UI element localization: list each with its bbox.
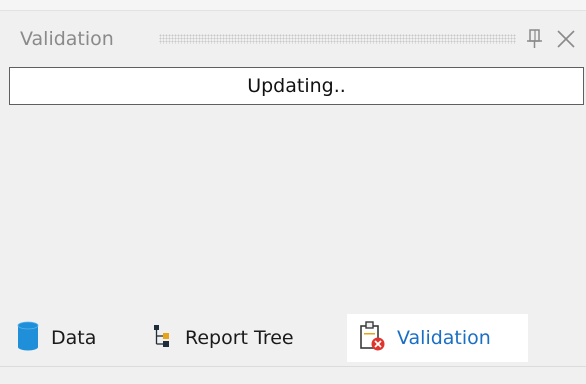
database-icon xyxy=(17,321,39,355)
tab-validation-label: Validation xyxy=(397,327,491,349)
status-box: Updating.. xyxy=(9,67,584,105)
tab-report-tree-label: Report Tree xyxy=(185,327,294,349)
close-icon[interactable] xyxy=(555,28,577,50)
validation-panel: Validation Updating.. Data Report Tree V… xyxy=(0,0,586,384)
drag-grip[interactable] xyxy=(159,34,516,44)
panel-title: Validation xyxy=(20,28,114,50)
report-tree-icon xyxy=(153,323,173,353)
tab-data-label: Data xyxy=(51,327,97,349)
panel-top-edge xyxy=(0,0,586,11)
panel-bottom-edge xyxy=(0,366,586,384)
tab-data[interactable]: Data xyxy=(17,314,96,362)
clipboard-error-icon xyxy=(359,320,385,356)
panel-title-bar[interactable]: Validation xyxy=(0,11,586,67)
tab-report-tree[interactable]: Report Tree xyxy=(153,314,294,362)
status-text: Updating.. xyxy=(247,75,346,97)
panel-tab-strip: Data Report Tree Validation xyxy=(0,306,586,366)
pin-icon[interactable] xyxy=(525,28,545,50)
panel-content: Updating.. xyxy=(9,67,586,306)
tab-validation[interactable]: Validation xyxy=(347,314,528,362)
